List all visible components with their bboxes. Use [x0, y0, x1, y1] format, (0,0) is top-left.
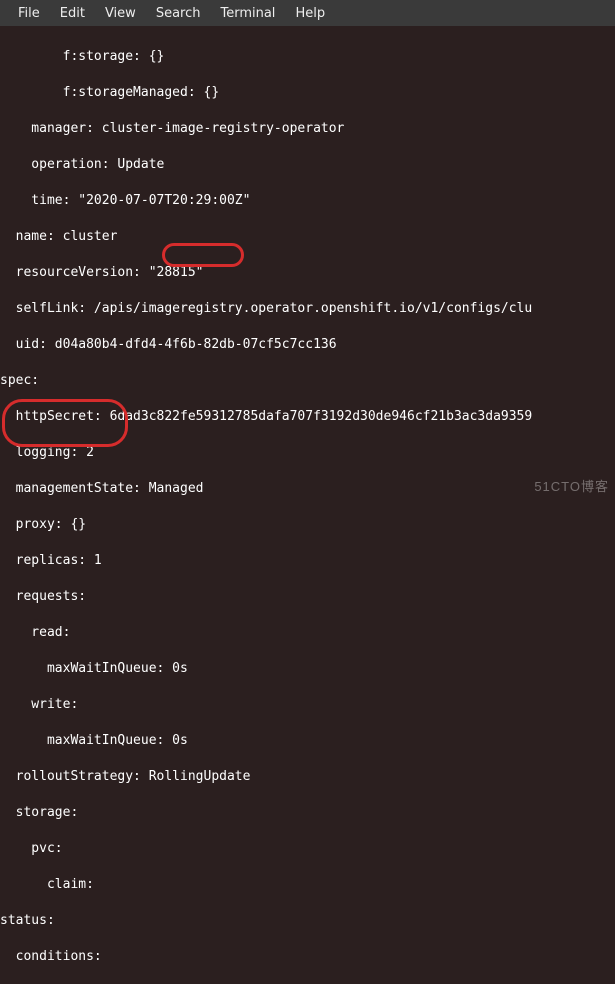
- yaml-line-managementstate: managementState: Managed: [0, 480, 615, 498]
- yaml-line: rolloutStrategy: RollingUpdate: [0, 768, 615, 786]
- yaml-line: time: "2020-07-07T20:29:00Z": [0, 192, 615, 210]
- yaml-line: operation: Update: [0, 156, 615, 174]
- yaml-line: resourceVersion: "28815": [0, 264, 615, 282]
- yaml-line-storage: storage:: [0, 804, 615, 822]
- yaml-line-claim: claim:: [0, 876, 615, 894]
- yaml-line: f:storageManaged: {}: [0, 84, 615, 102]
- yaml-line: selfLink: /apis/imageregistry.operator.o…: [0, 300, 615, 318]
- yaml-line: maxWaitInQueue: 0s: [0, 660, 615, 678]
- watermark-text: 51CTO博客: [534, 476, 609, 495]
- yaml-line: manager: cluster-image-registry-operator: [0, 120, 615, 138]
- menu-search[interactable]: Search: [146, 3, 211, 24]
- yaml-line: replicas: 1: [0, 552, 615, 570]
- yaml-line: read:: [0, 624, 615, 642]
- yaml-line: spec:: [0, 372, 615, 390]
- yaml-line-pvc: pvc:: [0, 840, 615, 858]
- yaml-line: proxy: {}: [0, 516, 615, 534]
- yaml-line: maxWaitInQueue: 0s: [0, 732, 615, 750]
- yaml-line: logging: 2: [0, 444, 615, 462]
- yaml-line: uid: d04a80b4-dfd4-4f6b-82db-07cf5c7cc13…: [0, 336, 615, 354]
- yaml-line: conditions:: [0, 948, 615, 966]
- menu-bar: File Edit View Search Terminal Help: [0, 0, 615, 26]
- yaml-line: httpSecret: 6dad3c822fe59312785dafa707f3…: [0, 408, 615, 426]
- menu-edit[interactable]: Edit: [50, 3, 95, 24]
- terminal-output[interactable]: f:storage: {} f:storageManaged: {} manag…: [0, 26, 615, 984]
- menu-terminal[interactable]: Terminal: [210, 3, 285, 24]
- yaml-line: write:: [0, 696, 615, 714]
- yaml-line: f:storage: {}: [0, 48, 615, 66]
- yaml-line: requests:: [0, 588, 615, 606]
- yaml-line: status:: [0, 912, 615, 930]
- menu-view[interactable]: View: [95, 3, 146, 24]
- menu-file[interactable]: File: [8, 3, 50, 24]
- yaml-line: name: cluster: [0, 228, 615, 246]
- menu-help[interactable]: Help: [285, 3, 335, 24]
